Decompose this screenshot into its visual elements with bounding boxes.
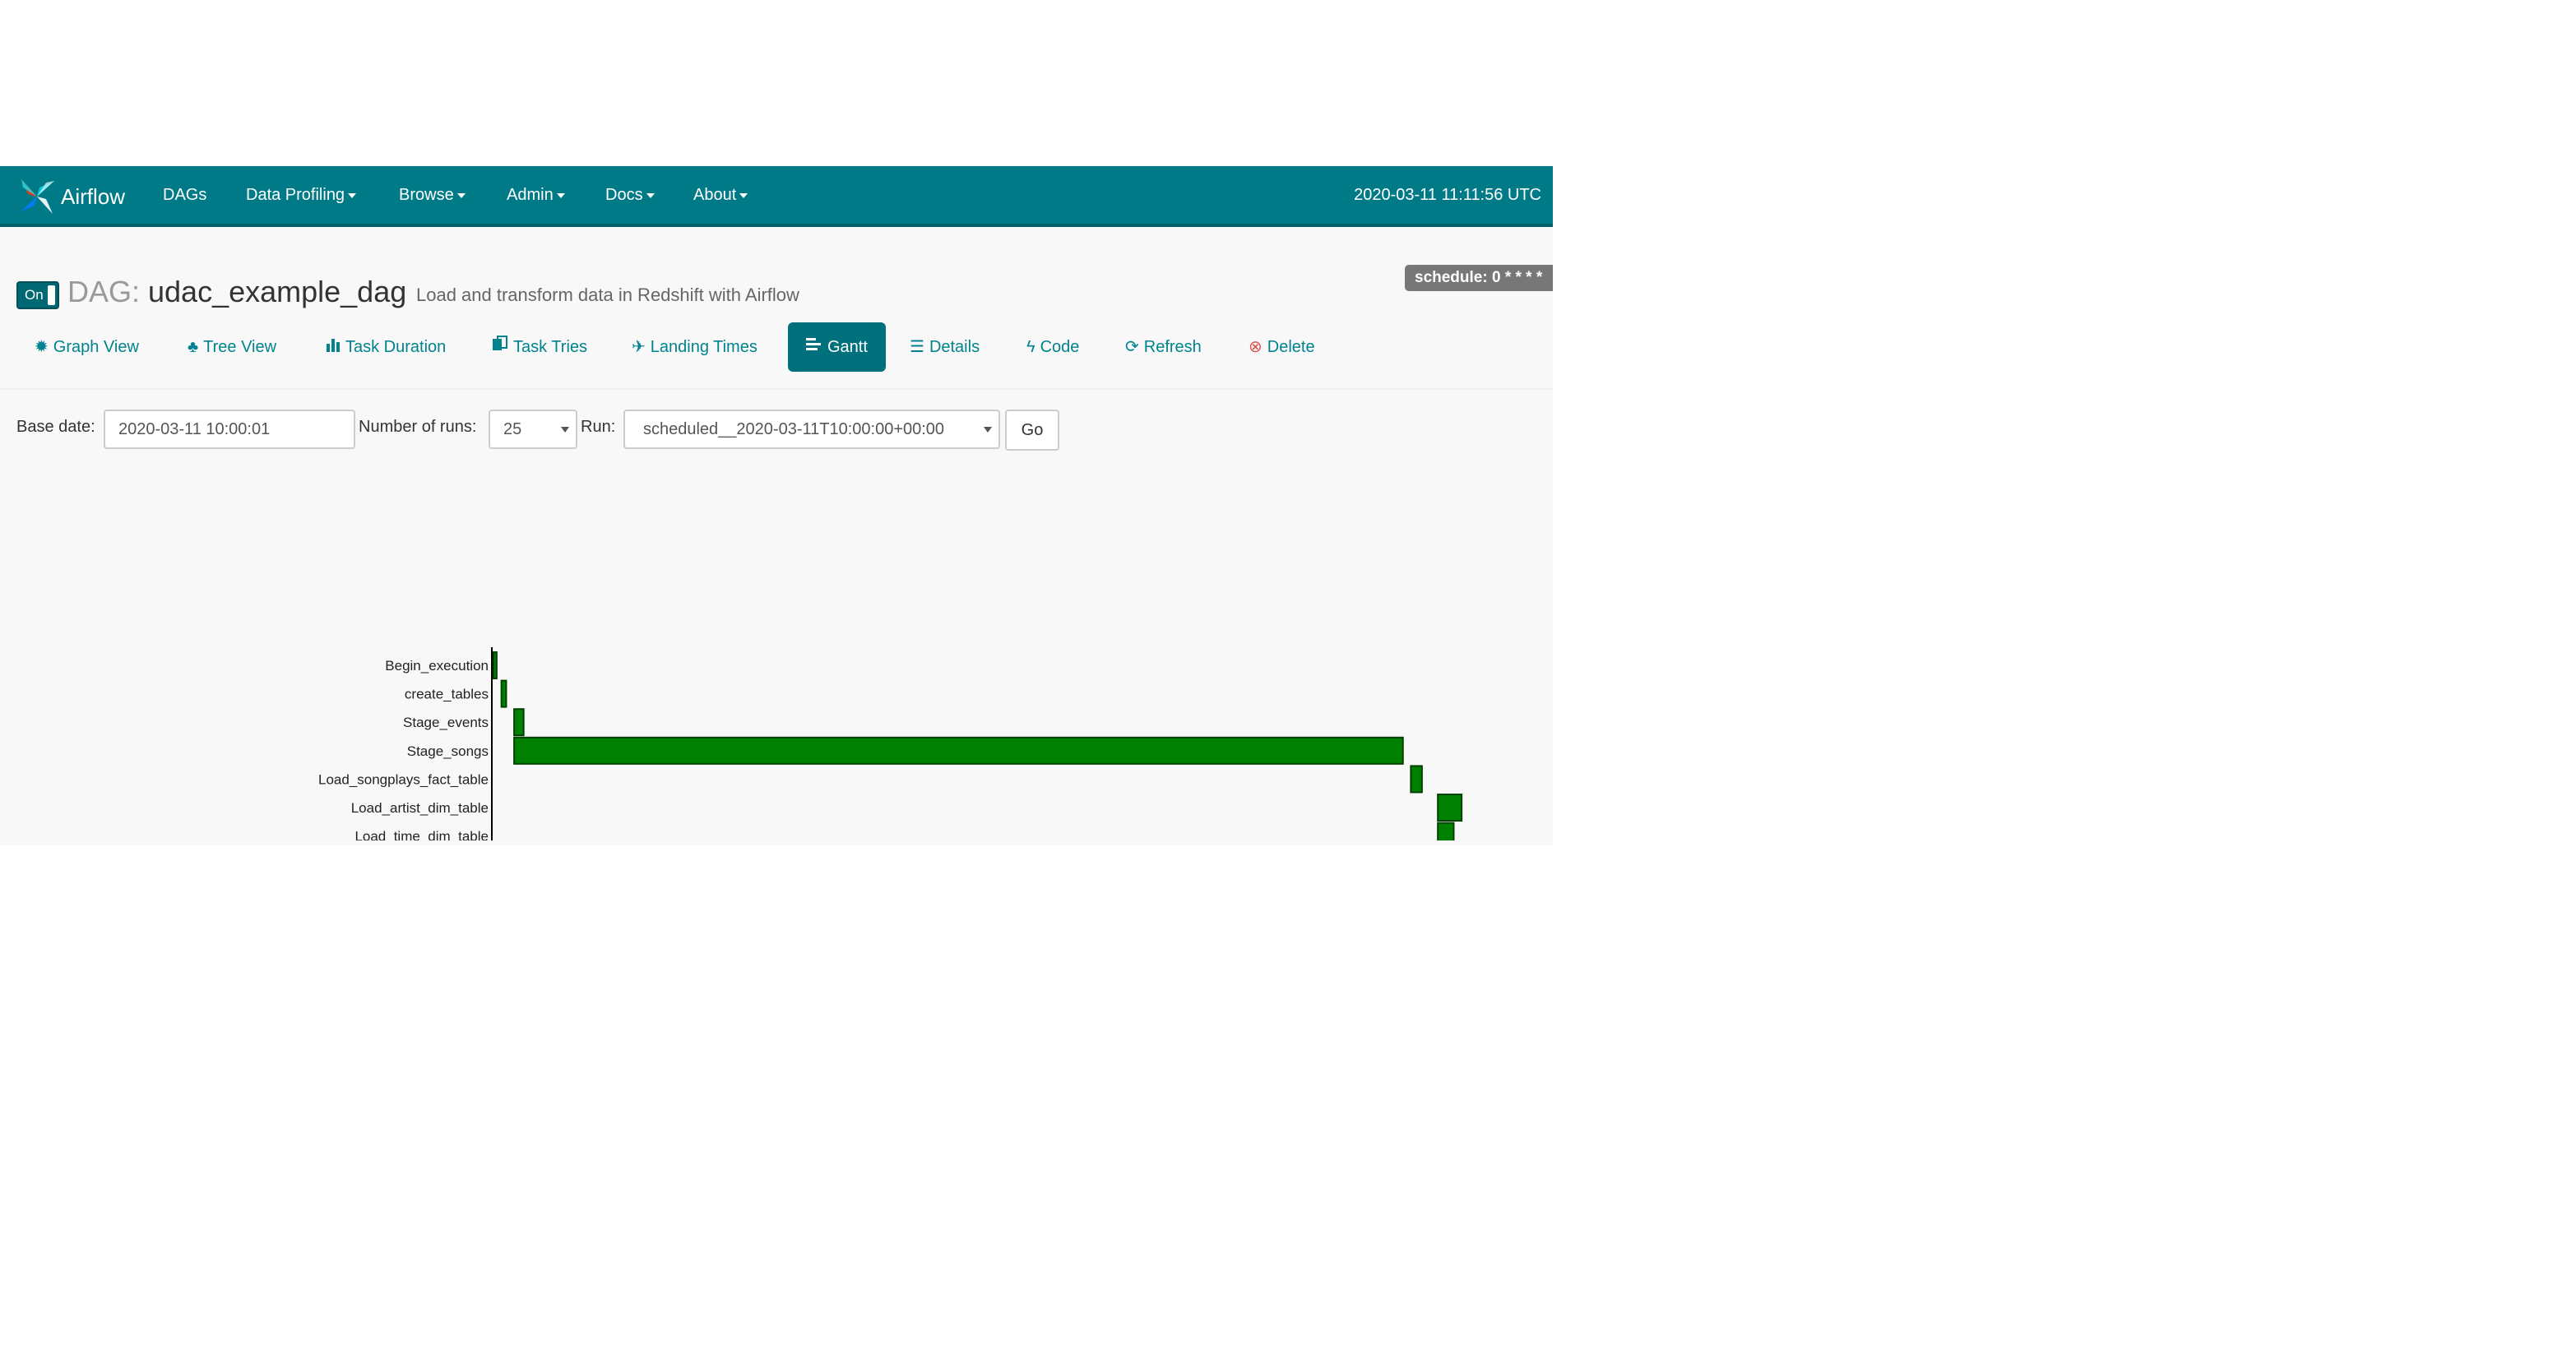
task-label: Stage_songs (407, 743, 489, 759)
remove-circle-icon: ⊗ (1249, 338, 1263, 356)
nav-data-profiling-label: Data Profiling (246, 186, 345, 204)
gantt-bar-create_tables[interactable] (500, 679, 507, 708)
select-arrow-icon (561, 427, 569, 433)
airflow-logo-icon (20, 179, 54, 214)
task-label: Load_artist_dim_table (351, 800, 489, 816)
tab-label: Tree View (203, 338, 277, 356)
nav-dags[interactable]: DAGs (163, 166, 206, 224)
tab-label: Refresh (1143, 338, 1202, 356)
airflow-app: Airflow DAGs Data Profiling Browse Admin… (0, 166, 1553, 845)
tab-refresh[interactable]: ⟳ Refresh (1125, 322, 1202, 372)
tab-label: Delete (1267, 338, 1315, 356)
graph-icon: ✹ (35, 338, 49, 356)
dag-toggle[interactable]: On (16, 281, 59, 309)
base-date-label: Base date: (16, 418, 95, 436)
nav-browse[interactable]: Browse (399, 166, 466, 224)
nav-browse-label: Browse (399, 186, 454, 204)
num-runs-label: Number of runs: (359, 418, 477, 436)
caret-down-icon (456, 192, 466, 198)
dag-label: DAG: (67, 275, 141, 308)
brand-name: Airflow (61, 183, 126, 209)
tab-tree-view[interactable]: ♣ Tree View (188, 322, 276, 372)
go-button[interactable]: Go (1005, 410, 1059, 451)
nav-docs[interactable]: Docs (605, 166, 655, 224)
tab-gantt[interactable]: Gantt (788, 322, 886, 372)
plane-icon: ✈ (632, 338, 646, 356)
caret-down-icon (739, 192, 748, 198)
task-label: Begin_execution (385, 658, 489, 674)
list-icon: ☰ (910, 338, 924, 356)
nav-dags-label: DAGs (163, 186, 207, 204)
tab-graph-view[interactable]: ✹ Graph View (35, 322, 139, 372)
task-label: Load_songplays_fact_table (318, 771, 489, 787)
dag-description: Load and transform data in Redshift with… (416, 285, 799, 305)
task-label: create_tables (405, 687, 489, 702)
nav-admin-label: Admin (507, 186, 554, 204)
refresh-icon: ⟳ (1125, 338, 1139, 356)
num-runs-value: 25 (503, 420, 522, 438)
nav-about-label: About (693, 186, 737, 204)
nav-docs-label: Docs (605, 186, 643, 204)
base-date-input[interactable]: 2020-03-11 10:00:01 (104, 410, 355, 449)
tree-icon: ♣ (188, 338, 199, 356)
gantt-bar-Load_time_dim_table[interactable] (1437, 822, 1455, 840)
server-clock: 2020-03-11 11:11:56 UTC (1354, 186, 1541, 204)
tab-delete[interactable]: ⊗ Delete (1249, 322, 1315, 372)
nav-admin[interactable]: Admin (507, 166, 565, 224)
bar-chart-icon (326, 322, 341, 372)
select-arrow-icon (984, 427, 992, 433)
run-label: Run: (581, 418, 616, 436)
task-label: Stage_events (403, 715, 489, 730)
files-icon (492, 322, 508, 372)
tab-label: Task Duration (345, 338, 447, 356)
nav-about[interactable]: About (693, 166, 748, 224)
run-select[interactable]: scheduled__2020-03-11T10:00:00+00:00 (623, 410, 1000, 449)
gantt-bar-Stage_events[interactable] (513, 708, 525, 737)
tabs-divider (0, 388, 1553, 390)
gantt-bar-Begin_execution[interactable] (493, 651, 498, 679)
tab-task-duration[interactable]: Task Duration (326, 322, 446, 372)
gantt-bar-Load_artist_dim_table[interactable] (1437, 794, 1463, 822)
caret-down-icon (556, 192, 565, 198)
tab-details[interactable]: ☰ Details (910, 322, 980, 372)
tab-task-tries[interactable]: Task Tries (492, 322, 587, 372)
gantt-bar-Stage_songs[interactable] (513, 736, 1404, 765)
tab-landing-times[interactable]: ✈ Landing Times (632, 322, 758, 372)
caret-down-icon (646, 192, 655, 198)
tab-label: Code (1040, 338, 1080, 356)
caret-down-icon (348, 192, 357, 198)
tab-label: Landing Times (650, 338, 758, 356)
brand[interactable]: Airflow (16, 174, 125, 219)
gantt-bar-Load_songplays_fact_table[interactable] (1410, 765, 1423, 794)
dag-id: udac_example_dag (148, 275, 407, 308)
navbar: Airflow DAGs Data Profiling Browse Admin… (0, 166, 1553, 227)
num-runs-select[interactable]: 25 (489, 410, 577, 449)
task-label: Load_time_dim_table (354, 829, 489, 840)
run-value: scheduled__2020-03-11T10:00:00+00:00 (643, 420, 945, 438)
schedule-badge: schedule: 0 * * * * (1405, 265, 1553, 291)
gantt-icon (806, 322, 822, 372)
tab-code[interactable]: ϟ Code (1026, 322, 1079, 372)
tab-label: Details (929, 338, 980, 356)
tab-label: Graph View (53, 338, 139, 356)
gantt-chart: Begin_execution create_tables Stage_events… (318, 647, 1463, 840)
tab-label: Task Tries (513, 338, 588, 356)
tab-label: Gantt (827, 338, 868, 356)
flash-icon: ϟ (1026, 338, 1035, 356)
nav-data-profiling[interactable]: Data Profiling (246, 166, 357, 224)
